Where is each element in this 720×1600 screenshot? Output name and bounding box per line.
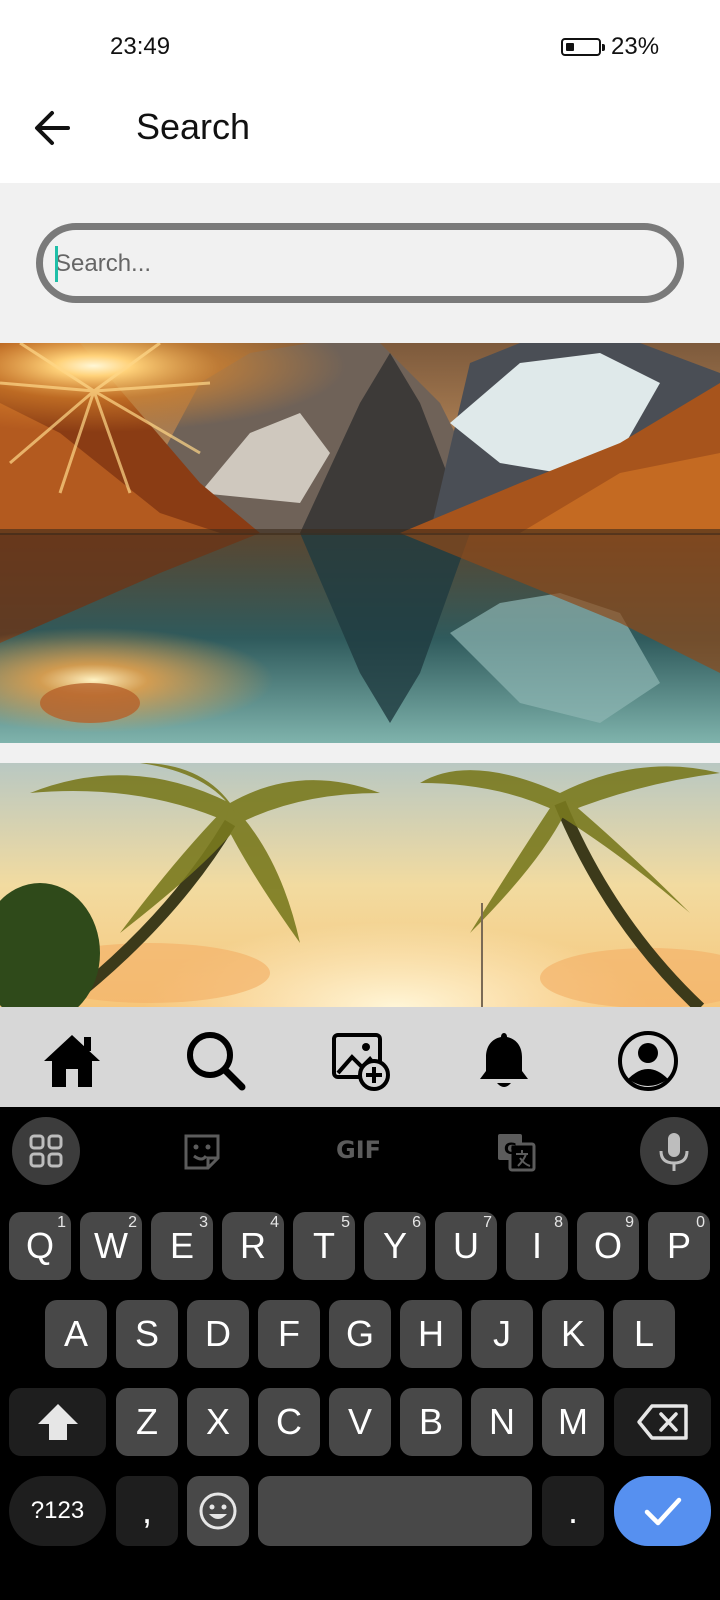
key-h[interactable]: H (400, 1300, 462, 1368)
mic-button[interactable] (640, 1117, 708, 1185)
profile-icon (618, 1031, 678, 1091)
search-input[interactable] (55, 242, 655, 286)
key-x[interactable]: X (187, 1388, 249, 1456)
sticker-button[interactable] (182, 1132, 222, 1177)
comma-key[interactable]: , (116, 1476, 178, 1546)
sticker-icon (184, 1134, 220, 1170)
nav-add-photo[interactable] (330, 1029, 394, 1093)
result-image-palm-sunset[interactable] (0, 763, 720, 1008)
mountain-lake-image (0, 343, 720, 743)
key-r[interactable]: R4 (222, 1212, 284, 1280)
key-s[interactable]: S (116, 1300, 178, 1368)
key-w[interactable]: W2 (80, 1212, 142, 1280)
shift-key[interactable] (9, 1388, 106, 1456)
backspace-icon (636, 1404, 688, 1440)
key-l[interactable]: L (613, 1300, 675, 1368)
gif-icon[interactable]: GIF (336, 1136, 381, 1164)
emoji-icon (199, 1492, 237, 1530)
search-icon (187, 1032, 246, 1091)
apps-grid-button[interactable] (12, 1117, 80, 1185)
period-key[interactable]: . (542, 1476, 604, 1546)
key-m[interactable]: M (542, 1388, 604, 1456)
backspace-key[interactable] (614, 1388, 711, 1456)
svg-text:G: G (504, 1139, 517, 1158)
key-d[interactable]: D (187, 1300, 249, 1368)
key-t[interactable]: T5 (293, 1212, 355, 1280)
bell-icon (480, 1033, 528, 1087)
nav-home[interactable] (40, 1029, 104, 1093)
key-a[interactable]: A (45, 1300, 107, 1368)
key-g[interactable]: G (329, 1300, 391, 1368)
translate-button[interactable]: G (496, 1132, 536, 1177)
key-k[interactable]: K (542, 1300, 604, 1368)
text-caret (55, 246, 58, 282)
done-key[interactable] (614, 1476, 711, 1546)
key-b[interactable]: B (400, 1388, 462, 1456)
key-y[interactable]: Y6 (364, 1212, 426, 1280)
key-p[interactable]: P0 (648, 1212, 710, 1280)
key-n[interactable]: N (471, 1388, 533, 1456)
results-divider (0, 743, 720, 763)
check-icon (644, 1497, 681, 1526)
keyboard: GIF G Q1 W2 E3 R4 T5 Y6 U7 I8 O9 P0 A S … (0, 1107, 720, 1600)
key-u[interactable]: U7 (435, 1212, 497, 1280)
app-bar (0, 90, 720, 182)
search-box[interactable] (36, 223, 684, 303)
key-j[interactable]: J (471, 1300, 533, 1368)
space-key[interactable] (258, 1476, 532, 1546)
key-i[interactable]: I8 (506, 1212, 568, 1280)
symbols-key[interactable]: ?123 (9, 1476, 106, 1546)
key-c[interactable]: C (258, 1388, 320, 1456)
add-photo-icon (332, 1033, 390, 1091)
back-button[interactable] (28, 98, 78, 158)
shift-icon (37, 1404, 78, 1440)
key-q[interactable]: Q1 (9, 1212, 71, 1280)
key-o[interactable]: O9 (577, 1212, 639, 1280)
bottom-navigation (0, 1007, 720, 1107)
status-time: 23:49 (110, 33, 171, 60)
key-f[interactable]: F (258, 1300, 320, 1368)
arrow-left-icon (35, 111, 70, 145)
battery-percent: 23% (611, 33, 660, 60)
palm-sunset-image (0, 763, 720, 1008)
key-z[interactable]: Z (116, 1388, 178, 1456)
battery-icon (561, 38, 605, 56)
key-v[interactable]: V (329, 1388, 391, 1456)
result-image-mountain-lake[interactable] (0, 343, 720, 743)
apps-grid-icon (29, 1134, 63, 1168)
nav-profile[interactable] (616, 1029, 680, 1093)
nav-notifications[interactable] (472, 1029, 536, 1093)
home-icon (44, 1035, 100, 1087)
page-title: Search (136, 106, 251, 147)
nav-search[interactable] (184, 1029, 248, 1093)
emoji-key[interactable] (187, 1476, 249, 1546)
key-e[interactable]: E3 (151, 1212, 213, 1280)
mic-icon (659, 1133, 689, 1171)
translate-icon: G (498, 1134, 536, 1172)
